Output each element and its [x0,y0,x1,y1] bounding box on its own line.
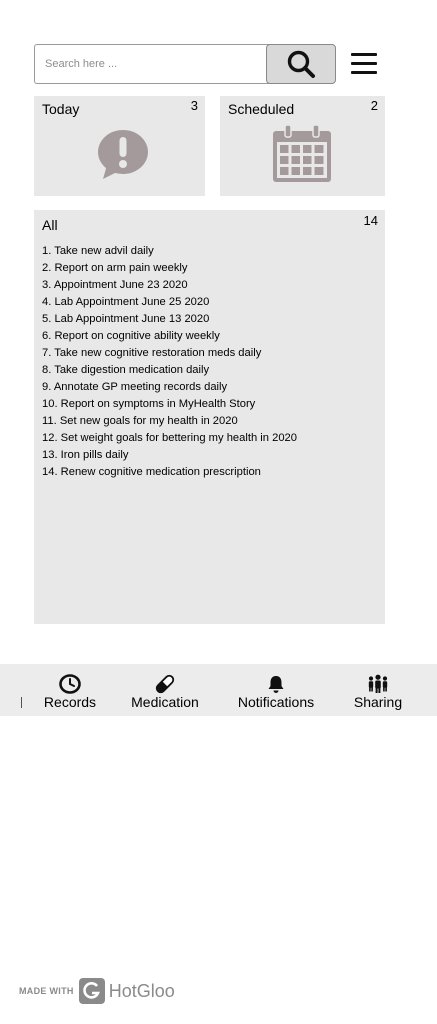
tab-medication[interactable]: Medication [125,664,205,716]
scheduled-title: Scheduled [228,101,295,117]
tab-records[interactable]: Records [38,664,102,716]
list-item[interactable]: 9. Annotate GP meeting records daily [42,379,297,396]
list-item[interactable]: 6. Report on cognitive ability weekly [42,328,297,345]
all-tasks-card: All 14 1. Take new advil daily 2. Report… [34,210,385,624]
list-item[interactable]: 12. Set weight goals for bettering my he… [42,430,297,447]
all-title: All [42,217,58,233]
people-group-icon [368,674,388,693]
clock-icon [59,674,81,694]
list-item[interactable]: 5. Lab Appointment June 13 2020 [42,311,297,328]
pill-icon [155,674,175,694]
search-button[interactable] [266,44,336,84]
today-count: 3 [190,98,198,113]
list-item[interactable]: 11. Set new goals for my health in 2020 [42,413,297,430]
list-item[interactable]: 7. Take new cognitive restoration meds d… [42,345,297,362]
calendar-icon [273,125,331,182]
search-input[interactable] [34,44,270,84]
list-item[interactable]: 8. Take digestion medication daily [42,362,297,379]
tab-records-label: Records [43,694,97,710]
made-with-hotgloo-badge[interactable]: MADE WITH HotGloo [19,978,175,1004]
hotgloo-logo-icon [78,978,105,1004]
today-title: Today [42,101,80,117]
tab-notifications[interactable]: Notifications [233,664,319,716]
tab-divider [21,697,22,708]
task-list: 1. Take new advil daily 2. Report on arm… [42,243,297,481]
list-item[interactable]: 14. Renew cognitive medication prescript… [42,464,297,481]
today-card[interactable]: Today 3 [34,96,205,196]
watermark-brand: HotGloo [108,980,175,1001]
list-item[interactable]: 4. Lab Appointment June 25 2020 [42,294,297,311]
scheduled-count: 2 [370,98,378,113]
search-icon [287,50,315,78]
list-item[interactable]: 10. Report on symptoms in MyHealth Story [42,396,297,413]
exclamation-speech-bubble-icon [98,130,148,179]
list-item[interactable]: 13. Iron pills daily [42,447,297,464]
tab-notifications-label: Notifications [237,694,315,710]
tab-medication-label: Medication [131,694,199,710]
bell-icon [268,676,284,693]
list-item[interactable]: 2. Report on arm pain weekly [42,260,297,277]
hamburger-menu-icon[interactable] [349,53,379,75]
tab-sharing[interactable]: Sharing [348,664,408,716]
watermark-prefix: MADE WITH [19,986,74,996]
search-bar [34,44,336,84]
list-item[interactable]: 3. Appointment June 23 2020 [42,277,297,294]
all-count: 14 [363,213,378,228]
bottom-tab-bar: Records Medication Notifications Sharing [0,664,437,716]
scheduled-card[interactable]: Scheduled 2 [220,96,385,196]
list-item[interactable]: 1. Take new advil daily [42,243,297,260]
tab-sharing-label: Sharing [353,694,403,710]
